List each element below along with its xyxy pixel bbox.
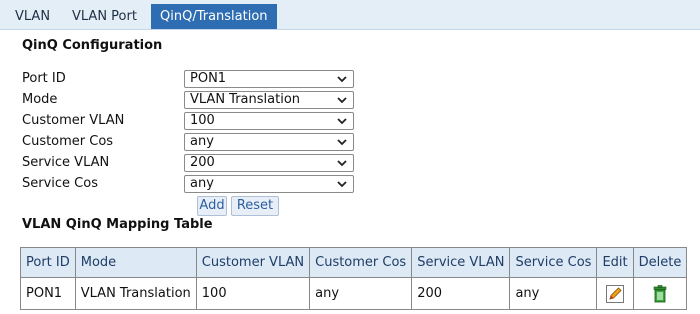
cell-edit bbox=[596, 277, 634, 310]
chevron-down-icon bbox=[337, 76, 347, 83]
port-id-select[interactable]: PON1 bbox=[184, 70, 354, 88]
qinq-page: QinQ Configuration Port ID PON1 Mode VLA… bbox=[0, 30, 700, 314]
port-id-value: PON1 bbox=[190, 71, 227, 86]
mode-value: VLAN Translation bbox=[190, 92, 301, 107]
col-edit: Edit bbox=[596, 247, 634, 278]
cell-mode: VLAN Translation bbox=[74, 277, 197, 310]
chevron-down-icon bbox=[337, 118, 347, 125]
edit-icon[interactable] bbox=[605, 284, 625, 304]
tab-vlan-port[interactable]: VLAN Port bbox=[63, 4, 146, 29]
cell-customer-vlan: 100 bbox=[195, 277, 311, 310]
customer-cos-label: Customer Cos bbox=[22, 134, 114, 149]
chevron-down-icon bbox=[337, 139, 347, 146]
qinq-config-title: QinQ Configuration bbox=[22, 38, 163, 53]
chevron-down-icon bbox=[337, 97, 347, 104]
reset-button[interactable]: Reset bbox=[231, 196, 279, 216]
service-cos-label: Service Cos bbox=[22, 176, 98, 191]
service-vlan-select[interactable]: 200 bbox=[184, 154, 354, 172]
port-id-label: Port ID bbox=[22, 71, 66, 86]
customer-vlan-select[interactable]: 100 bbox=[184, 112, 354, 130]
trash-icon[interactable] bbox=[650, 284, 670, 304]
mapping-table: Port ID Mode Customer VLAN Customer Cos … bbox=[20, 247, 688, 310]
mode-label: Mode bbox=[22, 92, 58, 107]
tab-vlan[interactable]: VLAN bbox=[6, 4, 59, 29]
cell-service-cos: any bbox=[509, 277, 598, 310]
service-vlan-label: Service VLAN bbox=[22, 155, 110, 170]
table-header-row: Port ID Mode Customer VLAN Customer Cos … bbox=[20, 247, 688, 278]
mode-select[interactable]: VLAN Translation bbox=[184, 91, 354, 109]
col-customer-cos: Customer Cos bbox=[309, 247, 413, 278]
mapping-table-title: VLAN QinQ Mapping Table bbox=[22, 217, 213, 232]
service-cos-value: any bbox=[190, 176, 214, 191]
cell-port-id: PON1 bbox=[20, 277, 76, 310]
customer-cos-select[interactable]: any bbox=[184, 133, 354, 151]
col-mode: Mode bbox=[74, 247, 197, 278]
col-delete: Delete bbox=[632, 247, 688, 278]
col-service-vlan: Service VLAN bbox=[411, 247, 511, 278]
tab-bar: VLAN VLAN Port QinQ/Translation bbox=[0, 0, 700, 30]
chevron-down-icon bbox=[337, 181, 347, 188]
service-cos-select[interactable]: any bbox=[184, 175, 354, 193]
table-row: PON1 VLAN Translation 100 any 200 any bbox=[20, 277, 688, 310]
cell-delete bbox=[632, 277, 688, 310]
cell-service-vlan: 200 bbox=[411, 277, 511, 310]
customer-vlan-value: 100 bbox=[190, 113, 215, 128]
service-vlan-value: 200 bbox=[190, 155, 215, 170]
col-service-cos: Service Cos bbox=[509, 247, 598, 278]
tab-qinq-translation[interactable]: QinQ/Translation bbox=[151, 4, 277, 29]
chevron-down-icon bbox=[337, 160, 347, 167]
customer-vlan-label: Customer VLAN bbox=[22, 113, 125, 128]
col-customer-vlan: Customer VLAN bbox=[195, 247, 311, 278]
cell-customer-cos: any bbox=[309, 277, 413, 310]
customer-cos-value: any bbox=[190, 134, 214, 149]
col-port-id: Port ID bbox=[20, 247, 76, 278]
add-button[interactable]: Add bbox=[197, 196, 227, 216]
